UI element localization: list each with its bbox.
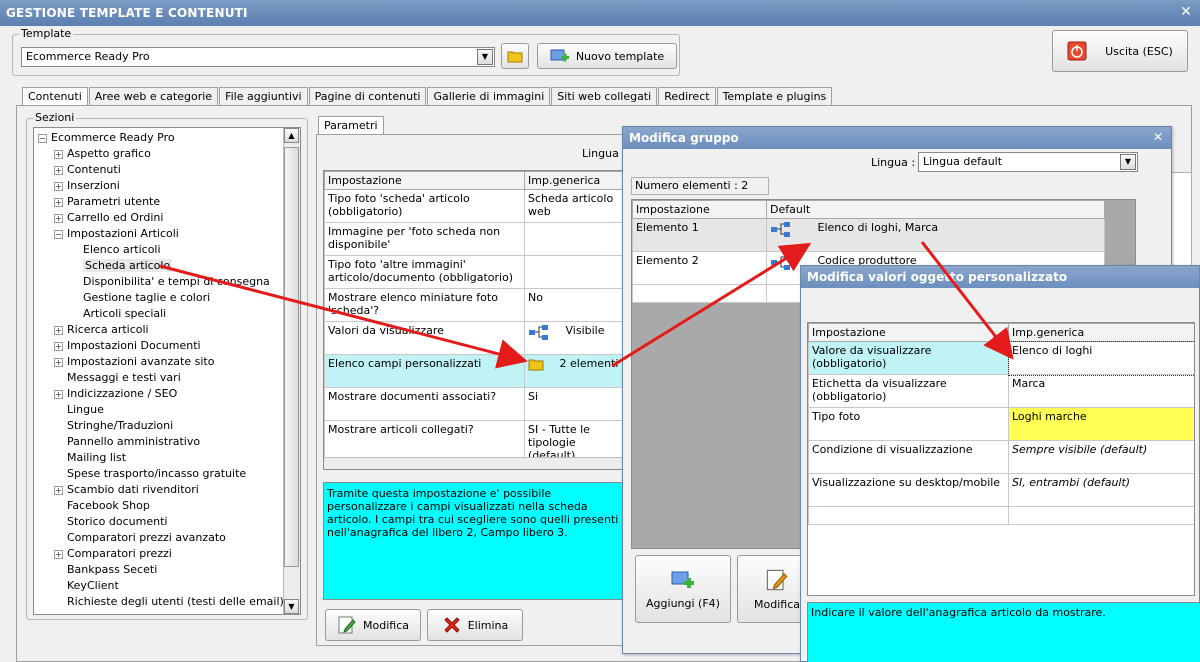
arrow-to-group-dialog — [611, 242, 812, 368]
annotation-arrows — [159, 241, 1014, 369]
arrow-to-object-dialog — [920, 241, 1014, 360]
arrow-to-custom-fields — [159, 264, 528, 369]
